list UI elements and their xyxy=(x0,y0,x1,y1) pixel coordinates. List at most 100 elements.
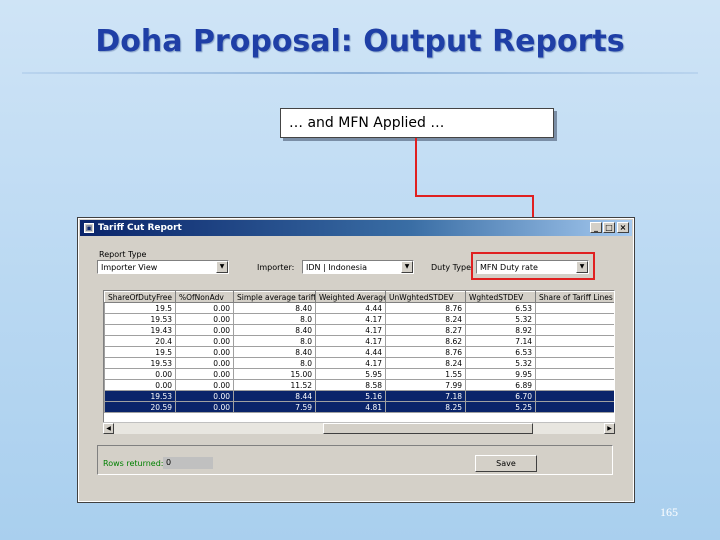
table-cell: 7.18 xyxy=(385,390,466,402)
table-row[interactable]: 0.00 0.00 15.00 5.95 1.55 9.95 xyxy=(104,368,614,380)
table-cell: 9.95 xyxy=(465,368,536,380)
table-row[interactable]: 0.00 0.00 11.52 8.58 7.99 6.89 xyxy=(104,379,614,391)
table-cell: 19.5 xyxy=(104,346,176,358)
table-cell: 0.00 xyxy=(175,324,234,336)
scroll-right-icon[interactable]: ▶ xyxy=(604,423,615,434)
table-cell: 6.70 xyxy=(465,390,536,402)
table-cell: 0.00 xyxy=(175,401,234,413)
table-cell: 8.40 xyxy=(233,302,316,314)
column-header[interactable]: Simple average tariff xyxy=(233,291,316,303)
column-header[interactable]: Share of Tariff Lines abo xyxy=(535,291,614,303)
column-header[interactable]: %OfNonAdv xyxy=(175,291,234,303)
scrollbar-thumb[interactable] xyxy=(323,423,533,434)
table-cell xyxy=(535,335,614,347)
rows-returned-field: 0 xyxy=(163,457,213,469)
table-cell: 0.00 xyxy=(175,379,234,391)
table-cell: 8.76 xyxy=(385,346,466,358)
table-cell: 0.00 xyxy=(175,335,234,347)
column-header[interactable]: WghtedSTDEV xyxy=(465,291,536,303)
table-cell: 11.52 xyxy=(233,379,316,391)
table-row[interactable]: 19.53 0.00 8.0 4.17 8.24 5.32 xyxy=(104,357,614,369)
chevron-down-icon[interactable]: ▼ xyxy=(401,261,413,273)
table-cell: 8.0 xyxy=(233,313,316,325)
rows-returned-label: Rows returned: xyxy=(103,459,164,468)
table-cell xyxy=(535,357,614,369)
table-cell: 4.44 xyxy=(315,302,386,314)
scroll-left-icon[interactable]: ◀ xyxy=(103,423,114,434)
column-header[interactable]: UnWghtedSTDEV xyxy=(385,291,466,303)
table-cell: 7.99 xyxy=(385,379,466,391)
table-cell: 5.25 xyxy=(465,401,536,413)
table-cell: 0.00 xyxy=(104,368,176,380)
table-cell: 19.53 xyxy=(104,313,176,325)
table-cell: 4.44 xyxy=(315,346,386,358)
table-cell: 8.40 xyxy=(233,346,316,358)
table-cell: 20.59 xyxy=(104,401,176,413)
table-cell: 8.40 xyxy=(233,324,316,336)
table-cell xyxy=(535,390,614,402)
table-cell: 5.32 xyxy=(465,313,536,325)
table-cell: 8.58 xyxy=(315,379,386,391)
report-type-select[interactable]: Importer View ▼ xyxy=(97,260,229,274)
table-row[interactable]: 20.59 0.00 7.59 4.81 8.25 5.25 xyxy=(104,401,614,413)
chevron-down-icon[interactable]: ▼ xyxy=(216,261,228,273)
table-row[interactable]: 19.43 0.00 8.40 4.17 8.27 8.92 xyxy=(104,324,614,336)
column-header[interactable]: ShareOfDutyFree xyxy=(104,291,176,303)
table-cell: 19.53 xyxy=(104,357,176,369)
title-divider xyxy=(22,72,698,74)
table-cell xyxy=(535,401,614,413)
table-cell xyxy=(535,368,614,380)
column-header[interactable]: Weighted Average xyxy=(315,291,386,303)
table-row[interactable]: 19.53 0.00 8.44 5.16 7.18 6.70 xyxy=(104,390,614,402)
table-cell xyxy=(535,324,614,336)
table-cell: 0.00 xyxy=(175,368,234,380)
table-cell: 4.17 xyxy=(315,335,386,347)
table-cell: 4.17 xyxy=(315,357,386,369)
table-cell: 5.16 xyxy=(315,390,386,402)
table-cell: 19.43 xyxy=(104,324,176,336)
importer-value: IDN | Indonesia xyxy=(306,263,367,272)
table-cell: 20.4 xyxy=(104,335,176,347)
table-cell: 19.5 xyxy=(104,302,176,314)
table-cell xyxy=(535,379,614,391)
window-titlebar[interactable]: ▣ Tariff Cut Report _ □ × xyxy=(80,220,632,236)
table-cell: 1.55 xyxy=(385,368,466,380)
table-cell: 5.95 xyxy=(315,368,386,380)
table-cell: 8.76 xyxy=(385,302,466,314)
table-cell xyxy=(535,313,614,325)
callout-box: … and MFN Applied … xyxy=(280,108,554,138)
table-header-row: ShareOfDutyFree %OfNonAdv Simple average… xyxy=(104,291,614,303)
results-grid[interactable]: ShareOfDutyFree %OfNonAdv Simple average… xyxy=(103,290,615,434)
report-type-label: Report Type xyxy=(99,250,147,259)
importer-select[interactable]: IDN | Indonesia ▼ xyxy=(302,260,414,274)
table-cell: 0.00 xyxy=(175,302,234,314)
table-cell: 8.0 xyxy=(233,335,316,347)
table-cell: 8.25 xyxy=(385,401,466,413)
table-cell: 8.92 xyxy=(465,324,536,336)
table-cell: 8.24 xyxy=(385,313,466,325)
table-cell: 0.00 xyxy=(175,357,234,369)
table-cell: 8.24 xyxy=(385,357,466,369)
maximize-icon[interactable]: □ xyxy=(603,222,615,233)
app-icon: ▣ xyxy=(84,223,94,233)
save-button[interactable]: Save xyxy=(475,455,537,472)
table-cell: 8.27 xyxy=(385,324,466,336)
table-cell: 4.81 xyxy=(315,401,386,413)
table-cell: 19.53 xyxy=(104,390,176,402)
table-row[interactable]: 20.4 0.00 8.0 4.17 8.62 7.14 xyxy=(104,335,614,347)
close-icon[interactable]: × xyxy=(617,222,629,233)
minimize-icon[interactable]: _ xyxy=(590,222,602,233)
table-cell: 8.62 xyxy=(385,335,466,347)
duty-type-label: Duty Type xyxy=(431,263,472,272)
horizontal-scrollbar[interactable]: ◀ ▶ xyxy=(103,422,615,434)
table-row[interactable]: 19.5 0.00 8.40 4.44 8.76 6.53 xyxy=(104,302,614,314)
slide-title: Doha Proposal: Output Reports xyxy=(95,24,625,59)
table-cell: 6.53 xyxy=(465,302,536,314)
table-cell: 8.44 xyxy=(233,390,316,402)
duty-type-highlight xyxy=(471,252,595,280)
table-cell: 6.89 xyxy=(465,379,536,391)
table-cell xyxy=(535,346,614,358)
table-row[interactable]: 19.5 0.00 8.40 4.44 8.76 6.53 xyxy=(104,346,614,358)
table-cell: 0.00 xyxy=(175,313,234,325)
table-row[interactable]: 19.53 0.00 8.0 4.17 8.24 5.32 xyxy=(104,313,614,325)
